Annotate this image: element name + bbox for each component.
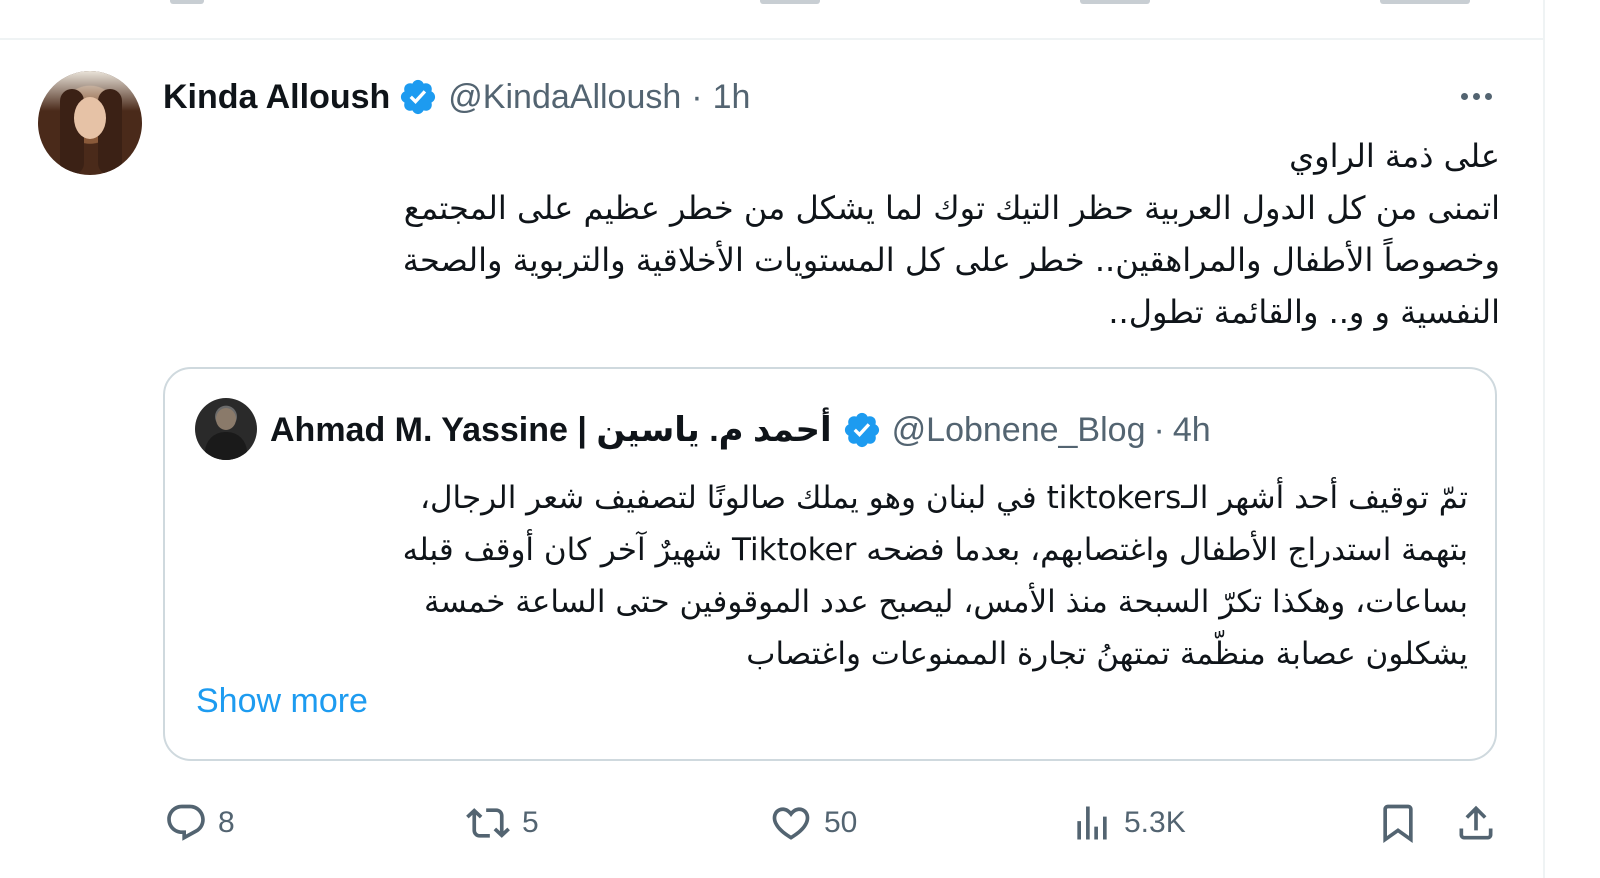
divider	[0, 38, 1543, 40]
quoted-author-handle: @Lobnene_Blog	[891, 410, 1146, 449]
timestamp[interactable]: 1h	[713, 78, 751, 117]
column-border	[1543, 0, 1545, 878]
separator-dot: ·	[1153, 410, 1165, 449]
reply-icon	[164, 801, 208, 845]
views-count: 5.3K	[1124, 806, 1186, 839]
repost-count: 5	[522, 806, 539, 839]
bookmark-button[interactable]	[1376, 795, 1420, 851]
separator-dot: ·	[691, 77, 703, 116]
tweet-header: Kinda Alloush @KindaAlloush · 1h	[163, 72, 750, 122]
like-count: 50	[824, 806, 858, 839]
quoted-tweet-header: Ahmad M. Yassine | أحمد م. ياسين @Lobnen…	[270, 404, 1211, 456]
verified-badge-icon	[398, 77, 438, 117]
repost-icon	[464, 801, 512, 845]
tweet-text-line: على ذمة الراوي	[1289, 137, 1500, 175]
like-button[interactable]: 50	[768, 795, 857, 851]
quoted-text-line: بتهمة استدراج الأطفال واغتصابهم، بعدما ف…	[402, 532, 1468, 568]
share-icon	[1454, 799, 1498, 847]
tweet-view: Kinda Alloush @KindaAlloush · 1h على ذمة…	[0, 0, 1600, 878]
avatar[interactable]	[38, 71, 142, 175]
tweet-text: على ذمة الراوي اتمنى من كل الدول العربية…	[200, 130, 1500, 338]
like-icon	[768, 801, 814, 845]
tweet-text-line: اتمنى من كل الدول العربية حظر التيك توك …	[403, 189, 1500, 227]
share-button[interactable]	[1454, 795, 1498, 851]
bookmark-icon	[1376, 799, 1420, 847]
reply-button[interactable]: 8	[164, 795, 235, 851]
repost-button[interactable]: 5	[464, 795, 539, 851]
author-name[interactable]: Kinda Alloush	[163, 78, 390, 117]
quoted-text-line: تمّ توقيف أحد أشهر الـtiktokers في لبنان…	[420, 480, 1468, 516]
views-icon	[1070, 801, 1114, 845]
quoted-author-name: Ahmad M. Yassine | أحمد م. ياسين	[270, 411, 832, 449]
verified-badge-icon	[842, 410, 882, 450]
quoted-timestamp: 4h	[1172, 410, 1211, 449]
show-more-link[interactable]: Show more	[196, 682, 368, 721]
tweet-text-line: النفسية و و.. والقائمة تطول..	[1108, 293, 1500, 331]
more-icon[interactable]	[1452, 82, 1500, 110]
tweet-actions-bar: 8 5 50 5.3K	[0, 795, 1543, 851]
quoted-text-line: يشكلون عصابة منظّمة تمتهنُ تجارة الممنوع…	[746, 636, 1468, 672]
views-button[interactable]: 5.3K	[1070, 795, 1186, 851]
quoted-text-line: بساعات، وهكذا تكرّ السبحة منذ الأمس، ليص…	[424, 584, 1468, 620]
quoted-avatar	[195, 398, 257, 460]
tweet-text-line: وخصوصاً الأطفال والمراهقين.. خطر على كل …	[402, 241, 1500, 279]
author-handle[interactable]: @KindaAlloush	[448, 78, 681, 117]
previous-tweet-actions-cutoff	[0, 0, 1543, 8]
reply-count: 8	[218, 806, 235, 839]
quoted-tweet-text: تمّ توقيف أحد أشهر الـtiktokers في لبنان…	[190, 472, 1468, 680]
